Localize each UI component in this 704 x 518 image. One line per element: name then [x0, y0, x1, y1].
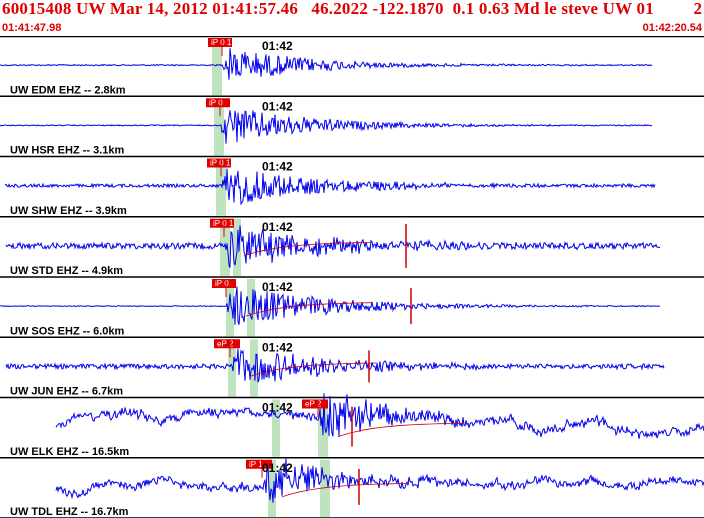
- phase-pick-label: iP 0: [209, 98, 223, 107]
- phase-pick-label: iP 0 1: [210, 159, 231, 168]
- time-tick-label: 01:42: [262, 280, 293, 294]
- station-label: UW ELK EHZ -- 16.5km: [10, 446, 129, 458]
- station-label: UW TDL EHZ -- 16.7km: [10, 506, 129, 518]
- phase-pick-label: iP 0 1: [211, 38, 232, 47]
- time-tick-label: 01:42: [262, 39, 293, 53]
- trace-row[interactable]: iP 0 1 01:42 UW STD EHZ -- 4.9km: [0, 218, 704, 278]
- trace-row[interactable]: iP 0 1 01:42 UW EDM EHZ -- 2.8km: [0, 38, 704, 97]
- phase-pick-label: eP 2: [217, 339, 234, 348]
- waveform-trace: [55, 458, 704, 503]
- station-label: UW EDM EHZ -- 2.8km: [10, 84, 126, 96]
- time-tick-label: 01:42: [262, 220, 293, 234]
- phase-pick-label: eP 2: [305, 400, 322, 409]
- trace-row[interactable]: iP 0 01:42 UW HSR EHZ -- 3.1km: [0, 98, 704, 158]
- station-label: UW JUN EHZ -- 6.7km: [10, 386, 123, 398]
- coda-fit-line: [337, 422, 465, 437]
- coda-fit-line: [281, 483, 409, 498]
- waveform-trace: [0, 110, 653, 144]
- waveform-trace: [5, 225, 661, 268]
- time-tick-label: 01:42: [262, 401, 293, 415]
- trace-row[interactable]: eP 2 01:42 UW JUN EHZ -- 6.7km: [0, 339, 704, 399]
- phase-pick-label: iP 0: [215, 279, 229, 288]
- time-tick-label: 01:42: [262, 99, 293, 113]
- trace-row[interactable]: iP 0 01:42 UW SOS EHZ -- 6.0km: [0, 279, 704, 338]
- trace-row[interactable]: iP 1 01:42UW TDL EHZ -- 16.7km: [0, 458, 704, 518]
- phase-pick-label: iP 0 1: [213, 219, 234, 228]
- phase-pick-marker[interactable]: eP 2: [214, 339, 240, 358]
- waveform-trace: [0, 48, 653, 80]
- trace-row[interactable]: eP 2 01:42 UW ELK EHZ -- 16.5km: [0, 393, 704, 459]
- window-end-time: 01:42:20.54: [642, 22, 702, 34]
- station-label: UW SOS EHZ -- 6.0km: [10, 325, 125, 337]
- station-label: UW STD EHZ -- 4.9km: [10, 265, 123, 277]
- event-title: 60015408 UW Mar 14, 2012 01:41:57.46 46.…: [2, 0, 654, 18]
- waveform-trace: [0, 286, 661, 325]
- seismogram-panel[interactable]: iP 0 1 01:42 UW EDM EHZ -- 2.8km iP 0 01:42 U…: [0, 36, 704, 518]
- station-label: UW SHW EHZ -- 3.9km: [10, 205, 127, 217]
- waveform-trace: [4, 168, 656, 206]
- time-tick-label: 01:42: [262, 160, 293, 174]
- page-number: 2: [693, 0, 703, 18]
- time-tick-label: 01:42: [262, 340, 293, 354]
- station-label: UW HSR EHZ -- 3.1km: [10, 145, 125, 157]
- waveform-trace: [55, 393, 704, 439]
- waveform-trace: [5, 348, 665, 383]
- trace-row[interactable]: iP 0 1 01:42 UW SHW EHZ -- 3.9km: [0, 158, 704, 218]
- time-tick-label: 01:42: [262, 461, 293, 475]
- window-start-time: 01:41:47.98: [2, 22, 62, 34]
- event-header: 60015408 UW Mar 14, 2012 01:41:57.46 46.…: [0, 0, 704, 36]
